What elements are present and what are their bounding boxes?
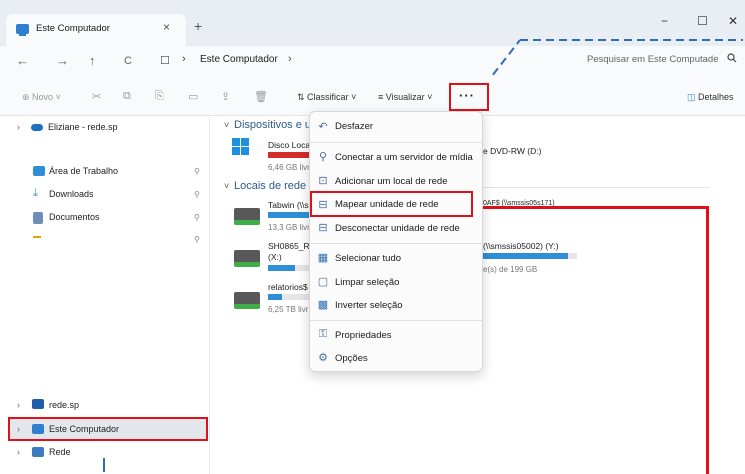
section-network-locations[interactable]: Locais de rede <box>234 180 306 192</box>
network-drive-icon <box>32 399 44 409</box>
drive-usage-bar <box>268 294 313 300</box>
breadcrumb-path[interactable]: Este Computador <box>200 54 278 65</box>
tab-title: Este Computador <box>36 23 110 34</box>
drive-usage-bar <box>268 265 313 271</box>
expand-chevron-icon[interactable]: › <box>17 400 20 410</box>
drive-free-space: e(s) de 199 GB <box>483 265 538 274</box>
annotation-box-top <box>483 206 709 209</box>
new-tab-icon[interactable]: + <box>194 18 202 34</box>
drive-usage-fill <box>268 212 309 218</box>
back-icon[interactable]: ← <box>16 53 29 68</box>
menu-item-desconectar-unidade-rede[interactable]: Desconectar unidade de rede <box>335 223 460 234</box>
options-icon: ⚙ <box>318 352 328 364</box>
drive-free-space: 13,3 GB livr <box>268 223 310 232</box>
network-drive-icon <box>234 292 260 309</box>
menu-item-desfazer[interactable]: Desfazer <box>335 121 373 132</box>
highlight-mapear-unidade <box>310 191 473 217</box>
folder-icon <box>33 236 41 238</box>
cut-icon[interactable]: ✂ <box>92 90 101 103</box>
collapse-chevron-icon[interactable]: ˅ <box>224 120 229 130</box>
network-drive-icon <box>234 208 260 225</box>
drive-usage-fill <box>483 253 568 259</box>
details-button[interactable]: ◫ Detalhes <box>687 92 734 103</box>
sort-button[interactable]: ⇅ Classificar ˅ <box>297 92 356 103</box>
desktop-icon <box>33 166 45 176</box>
drive-name[interactable]: relatorios$ <box>268 282 308 292</box>
rename-icon[interactable]: ▭ <box>188 90 198 103</box>
drive-free-space: 6,46 GB livr <box>268 163 310 172</box>
nav-item-cloud[interactable]: Eliziane - rede.sp <box>48 122 118 132</box>
tab-close-icon[interactable]: × <box>163 20 170 34</box>
drive-name[interactable]: Disco Loca <box>268 140 310 150</box>
computer-icon <box>16 24 29 36</box>
delete-icon[interactable]: 🗑 <box>254 90 268 103</box>
clear-selection-icon: ▢ <box>317 276 329 288</box>
close-button[interactable]: ✕ <box>728 14 738 28</box>
dvd-drive-label[interactable]: e DVD-RW (D:) <box>483 146 541 156</box>
pin-icon[interactable]: ⚲ <box>194 213 200 222</box>
section-devices[interactable]: Dispositivos e ur <box>234 119 315 131</box>
menu-item-inverter-selecao[interactable]: Inverter seleção <box>335 300 403 311</box>
menu-item-adicionar-local-rede[interactable]: Adicionar um local de rede <box>335 176 447 187</box>
documents-icon <box>33 212 43 224</box>
expand-chevron-icon[interactable]: › <box>17 122 20 132</box>
pin-icon[interactable]: ⚲ <box>194 190 200 199</box>
menu-separator <box>310 243 482 244</box>
pin-icon[interactable]: ⚲ <box>194 167 200 176</box>
minimize-button[interactable]: − <box>661 14 668 28</box>
download-icon: ⤓ <box>33 187 38 199</box>
network-icon <box>32 447 44 457</box>
nav-item-rede[interactable]: Rede <box>49 447 71 457</box>
network-drive-icon <box>234 250 260 267</box>
drive-usage-bar <box>268 152 313 158</box>
nav-item-desktop[interactable]: Área de Trabalho <box>49 166 118 176</box>
cloud-icon <box>31 124 43 131</box>
media-server-icon: ⚲ <box>318 151 328 163</box>
windows-drive-icon <box>232 138 250 156</box>
maximize-button[interactable]: ☐ <box>697 14 708 28</box>
smssis-drive-label[interactable]: (\\smssis05002) (Y:) <box>483 241 559 251</box>
menu-item-selecionar-tudo[interactable]: Selecionar tudo <box>335 253 401 264</box>
menu-item-conectar-servidor-midia[interactable]: Conectar a um servidor de mídia <box>335 152 473 163</box>
annotation-line <box>103 458 105 472</box>
share-icon[interactable]: ⇪ <box>221 90 230 103</box>
forward-icon[interactable]: → <box>56 53 69 68</box>
nav-item-downloads[interactable]: Downloads <box>49 189 94 199</box>
drive-usage-bar <box>483 253 577 259</box>
drive-usage-fill <box>268 265 295 271</box>
menu-item-propriedades[interactable]: Propriedades <box>335 330 392 341</box>
properties-icon: ⚿ <box>318 328 328 340</box>
expand-chevron-icon[interactable]: › <box>17 447 20 457</box>
add-network-location-icon: ⊡ <box>318 175 328 187</box>
drive-usage-bar <box>268 212 313 218</box>
nav-item-rede-sp[interactable]: rede.sp <box>49 400 79 410</box>
drive-name[interactable]: Tabwin (\\s <box>268 200 309 210</box>
breadcrumb-chevron-icon[interactable]: › <box>288 53 292 65</box>
annotation-box-right <box>706 206 709 474</box>
highlight-este-computador <box>8 417 208 441</box>
drive-usage-fill <box>268 294 282 300</box>
nav-item-documents[interactable]: Documentos <box>49 212 100 222</box>
drive-free-space: 6,25 TB livr <box>268 305 309 314</box>
invert-selection-icon: ▩ <box>317 299 329 311</box>
drive-usage-fill <box>268 152 312 158</box>
menu-item-opcoes[interactable]: Opções <box>335 353 368 364</box>
pin-icon[interactable]: ⚲ <box>194 235 200 244</box>
drive-letter: (X:) <box>268 252 282 262</box>
view-button[interactable]: ≡ Visualizar ˅ <box>378 92 432 102</box>
up-icon[interactable]: ↑ <box>89 53 96 68</box>
copy-icon[interactable]: ⧉ <box>123 90 131 103</box>
menu-separator <box>310 142 482 143</box>
collapse-chevron-icon[interactable]: ˅ <box>224 181 229 191</box>
highlight-more-options <box>449 83 489 111</box>
paste-icon[interactable]: ⎘ <box>155 90 164 103</box>
refresh-icon[interactable]: C <box>124 55 132 67</box>
undo-icon: ↶ <box>318 121 328 133</box>
menu-separator <box>310 320 482 321</box>
disconnect-network-drive-icon: ⊟ <box>318 222 328 234</box>
menu-item-limpar-selecao[interactable]: Limpar seleção <box>335 277 399 288</box>
select-all-icon: ▦ <box>317 252 329 264</box>
new-button[interactable]: ⊕ Novo ˅ <box>22 92 61 103</box>
